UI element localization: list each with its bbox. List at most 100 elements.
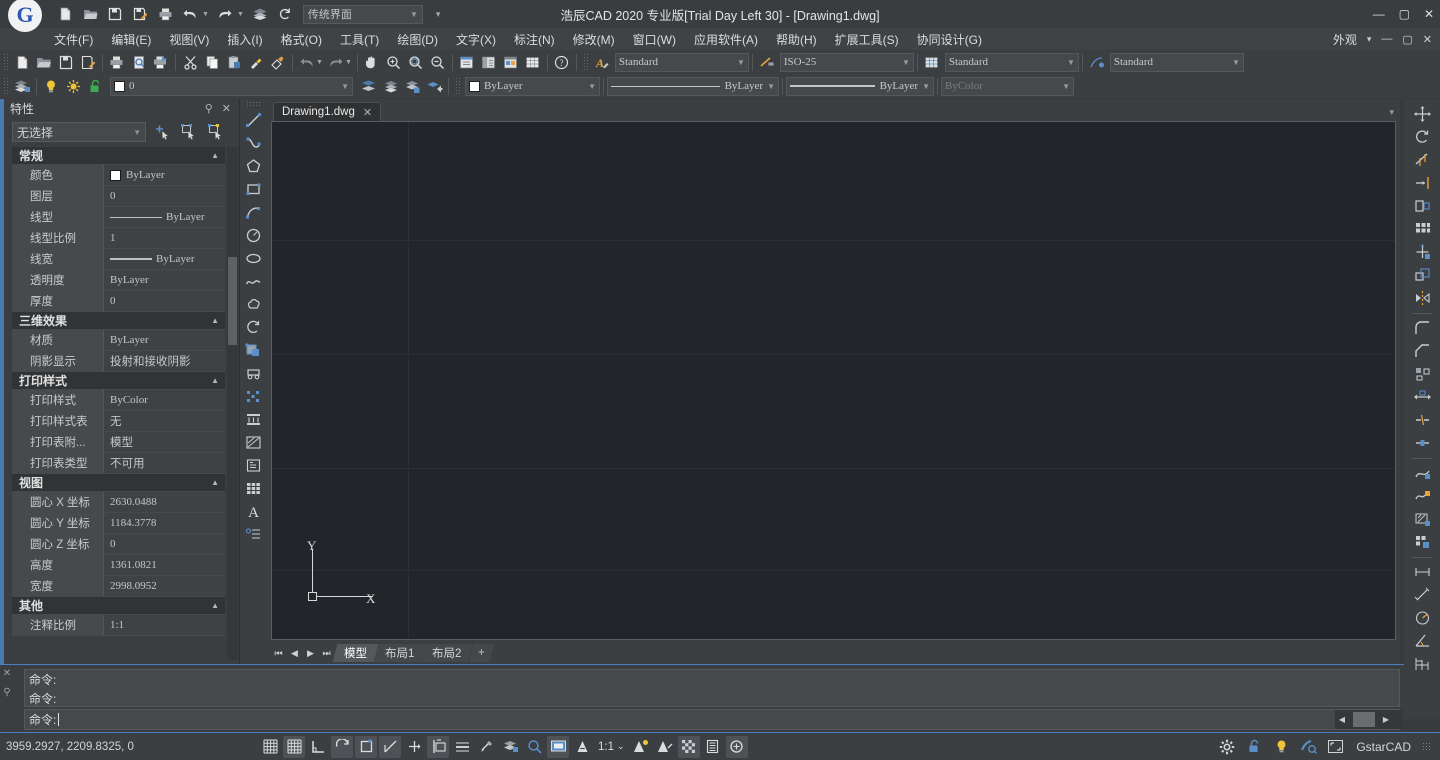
property-group-plot-style[interactable]: 打印样式 ▲	[12, 372, 225, 390]
layers-icon[interactable]	[249, 3, 271, 25]
menu-insert[interactable]: 插入(I)	[218, 29, 271, 50]
property-row[interactable]: 透明度 ByLayer	[12, 270, 225, 291]
property-row[interactable]: 图层 0	[12, 186, 225, 207]
property-value[interactable]: 2630.0488	[104, 492, 225, 512]
property-row[interactable]: 材质 ByLayer	[12, 330, 225, 351]
table-style-icon[interactable]	[921, 52, 943, 73]
property-group-general[interactable]: 常规 ▲	[12, 147, 225, 165]
save-drawing-icon[interactable]	[55, 52, 77, 73]
otrack-icon[interactable]	[379, 736, 401, 758]
property-row[interactable]: 打印样式 ByColor	[12, 390, 225, 411]
layer-on-off-icon[interactable]	[40, 76, 62, 97]
collapse-arrow-icon[interactable]: ▲	[211, 151, 219, 160]
point-icon[interactable]	[242, 385, 266, 408]
command-close-icon[interactable]: ✕	[3, 668, 11, 679]
lightbulb-icon[interactable]	[1270, 736, 1292, 758]
first-layout-button[interactable]: ⏮	[271, 644, 286, 662]
dim-baseline-icon[interactable]	[1409, 653, 1435, 675]
mirror-icon[interactable]	[1409, 287, 1435, 309]
plot-preview-icon[interactable]	[128, 52, 150, 73]
table-style-combo[interactable]: Standard ▼	[945, 53, 1079, 72]
hatch-icon[interactable]	[242, 408, 266, 431]
extend-icon[interactable]	[1409, 172, 1435, 194]
annotation-scale-change-icon[interactable]	[654, 736, 676, 758]
edit-array-icon[interactable]	[1409, 531, 1435, 553]
appearance-arrow-icon[interactable]: ▾	[1367, 34, 1372, 45]
block-make-icon[interactable]	[242, 362, 266, 385]
annotation-autoscale-icon[interactable]	[630, 736, 652, 758]
menu-draw[interactable]: 绘图(D)	[388, 29, 447, 50]
layout-tab-layout2[interactable]: 布局2	[421, 644, 473, 662]
menu-edit[interactable]: 编辑(E)	[102, 29, 160, 50]
quick-select-button[interactable]	[152, 122, 173, 142]
offset-icon[interactable]	[1409, 195, 1435, 217]
command-pin-icon[interactable]: ⚲	[3, 687, 10, 698]
layer-freeze-icon[interactable]	[62, 76, 84, 97]
collapse-arrow-icon[interactable]: ▲	[211, 601, 219, 610]
undo-toolbar-icon[interactable]	[296, 52, 318, 73]
property-group-misc[interactable]: 其他 ▲	[12, 597, 225, 615]
text-style-toolbar-grip[interactable]	[583, 53, 589, 71]
polar-icon[interactable]	[331, 736, 353, 758]
copy-icon[interactable]	[201, 52, 223, 73]
layer-toolbar-grip[interactable]	[3, 77, 9, 95]
rotate-icon[interactable]	[1409, 126, 1435, 148]
tool-palettes-icon[interactable]	[500, 52, 522, 73]
grid-icon[interactable]	[259, 736, 281, 758]
menu-modify[interactable]: 修改(M)	[564, 29, 624, 50]
property-row[interactable]: 圆心 X 坐标 2630.0488	[12, 492, 225, 513]
dim-style-icon[interactable]	[756, 52, 778, 73]
selection-combo[interactable]: 无选择 ▼	[12, 122, 146, 142]
qat-overflow-arrow[interactable]: ▾	[436, 9, 441, 20]
property-row[interactable]: 线型 ByLayer	[12, 207, 225, 228]
multiline-text-icon[interactable]	[242, 523, 266, 546]
doc-minimize-button[interactable]: —	[1381, 33, 1392, 45]
mleader-style-icon[interactable]	[1086, 52, 1108, 73]
quickprop-icon[interactable]	[475, 736, 497, 758]
select-layers-icon[interactable]	[499, 736, 521, 758]
layer-combo[interactable]: 0 ▼	[110, 77, 353, 96]
line-icon[interactable]	[242, 109, 266, 132]
property-row[interactable]: 圆心 Z 坐标 0	[12, 534, 225, 555]
scrollbar-thumb[interactable]	[228, 257, 237, 345]
layer-lock-icon[interactable]	[84, 76, 106, 97]
property-value[interactable]: 1361.0821	[104, 555, 225, 575]
zoom-realtime-icon[interactable]	[383, 52, 405, 73]
property-row[interactable]: 厚度 0	[12, 291, 225, 312]
move-copy-icon[interactable]	[1409, 241, 1435, 263]
layer-make-current-icon[interactable]	[379, 76, 401, 97]
table-list-icon[interactable]	[702, 736, 724, 758]
property-row[interactable]: 打印样式表 无	[12, 411, 225, 432]
object-color-combo[interactable]: ByLayer ▼	[465, 77, 600, 96]
scroll-left-button[interactable]: ◀	[1335, 711, 1349, 728]
property-value[interactable]: ByLayer	[104, 249, 225, 269]
menu-collab[interactable]: 协同设计(G)	[908, 29, 991, 50]
cut-icon[interactable]	[179, 52, 201, 73]
circle-icon[interactable]	[242, 224, 266, 247]
match-properties-icon[interactable]	[245, 52, 267, 73]
last-layout-button[interactable]: ⏭	[319, 644, 334, 662]
sheet-set-icon[interactable]	[522, 52, 544, 73]
table-icon[interactable]	[242, 477, 266, 500]
command-history[interactable]: 命令: 命令:	[24, 669, 1400, 707]
edit-spline-icon[interactable]	[1409, 485, 1435, 507]
chamfer-icon[interactable]	[1409, 340, 1435, 362]
property-row[interactable]: 颜色 ByLayer	[12, 165, 225, 186]
ducs-icon[interactable]	[403, 736, 425, 758]
zoom-window-icon[interactable]	[405, 52, 427, 73]
dim-aligned-icon[interactable]	[1409, 584, 1435, 606]
property-value[interactable]: 2998.0952	[104, 576, 225, 596]
plot-icon[interactable]	[106, 52, 128, 73]
break-icon[interactable]	[1409, 409, 1435, 431]
trim-icon[interactable]	[1409, 149, 1435, 171]
property-value[interactable]: 不可用	[104, 453, 225, 473]
model-space-icon[interactable]	[547, 736, 569, 758]
quick-calc-button[interactable]	[206, 122, 227, 142]
zoom-icon[interactable]	[523, 736, 545, 758]
property-row[interactable]: 线型比例 1	[12, 228, 225, 249]
menu-apps[interactable]: 应用软件(A)	[685, 29, 767, 50]
move-icon[interactable]	[1409, 103, 1435, 125]
resize-grip[interactable]	[1422, 742, 1432, 752]
property-value[interactable]: ByColor	[104, 390, 225, 410]
dim-angular-icon[interactable]	[1409, 630, 1435, 652]
